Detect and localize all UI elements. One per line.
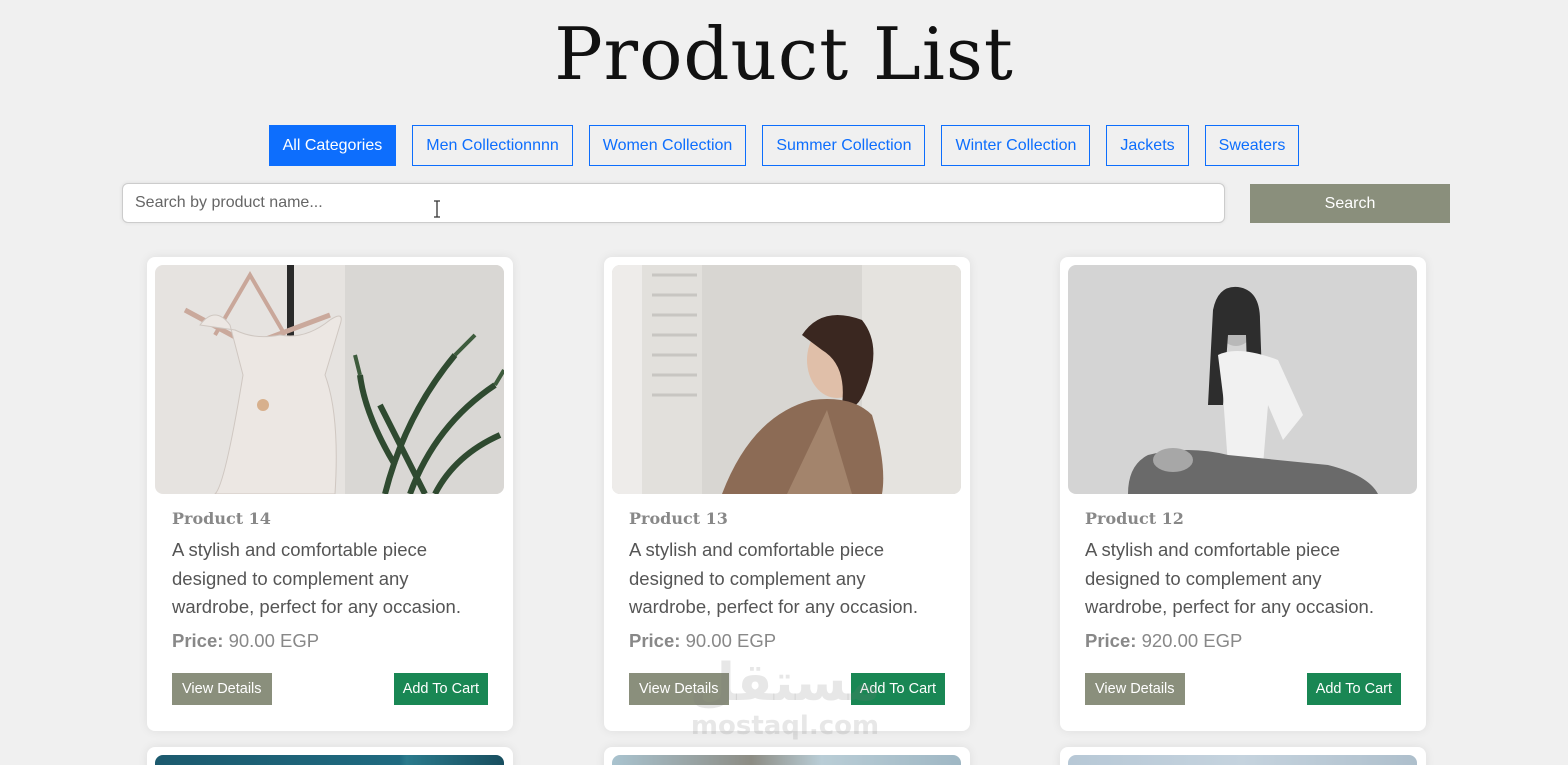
product-card: Product 13 A stylish and comfortable pie… [604, 257, 970, 731]
category-filters: All Categories Men Collectionnnn Women C… [0, 125, 1568, 166]
price-label: Price: [172, 630, 224, 651]
view-details-button[interactable]: View Details [172, 673, 272, 705]
product-price: Price: 920.00 EGP [1085, 630, 1242, 652]
view-details-button[interactable]: View Details [629, 673, 729, 705]
text-cursor-icon [434, 200, 440, 218]
product-description: A stylish and comfortable piece designed… [1085, 539, 1374, 617]
product-card: Product 14 A stylish and comfortable pie… [147, 257, 513, 731]
product-image [612, 755, 961, 765]
price-value: 920.00 EGP [1141, 630, 1243, 651]
product-name: Product 12 [1085, 509, 1184, 528]
product-name: Product 14 [172, 509, 271, 528]
product-image [155, 265, 504, 494]
product-price: Price: 90.00 EGP [172, 630, 319, 652]
product-description: A stylish and comfortable piece designed… [629, 539, 918, 617]
product-card-partial [1060, 747, 1426, 765]
product-description: A stylish and comfortable piece designed… [172, 539, 461, 617]
price-label: Price: [629, 630, 681, 651]
add-to-cart-button[interactable]: Add To Cart [1306, 673, 1401, 705]
product-card: Product 12 A stylish and comfortable pie… [1060, 257, 1426, 731]
filter-men-collection[interactable]: Men Collectionnnn [412, 125, 573, 166]
search-button[interactable]: Search [1250, 184, 1450, 223]
product-card-partial [147, 747, 513, 765]
filter-jackets[interactable]: Jackets [1106, 125, 1189, 166]
page-title: Product List [554, 12, 1014, 96]
view-details-button[interactable]: View Details [1085, 673, 1185, 705]
product-image [1068, 755, 1417, 765]
add-to-cart-button[interactable]: Add To Cart [850, 673, 945, 705]
product-card-partial [604, 747, 970, 765]
product-image [155, 755, 504, 765]
product-name: Product 13 [629, 509, 728, 528]
filter-sweaters[interactable]: Sweaters [1204, 125, 1300, 166]
filter-women-collection[interactable]: Women Collection [588, 125, 747, 166]
product-image [612, 265, 961, 494]
filter-winter-collection[interactable]: Winter Collection [941, 125, 1091, 166]
price-value: 90.00 EGP [228, 630, 320, 651]
price-label: Price: [1085, 630, 1137, 651]
filter-summer-collection[interactable]: Summer Collection [762, 125, 926, 166]
product-price: Price: 90.00 EGP [629, 630, 776, 652]
add-to-cart-button[interactable]: Add To Cart [393, 673, 488, 705]
filter-all-categories[interactable]: All Categories [268, 125, 397, 166]
price-value: 90.00 EGP [685, 630, 777, 651]
search-input[interactable] [122, 183, 1225, 223]
product-image [1068, 265, 1417, 494]
